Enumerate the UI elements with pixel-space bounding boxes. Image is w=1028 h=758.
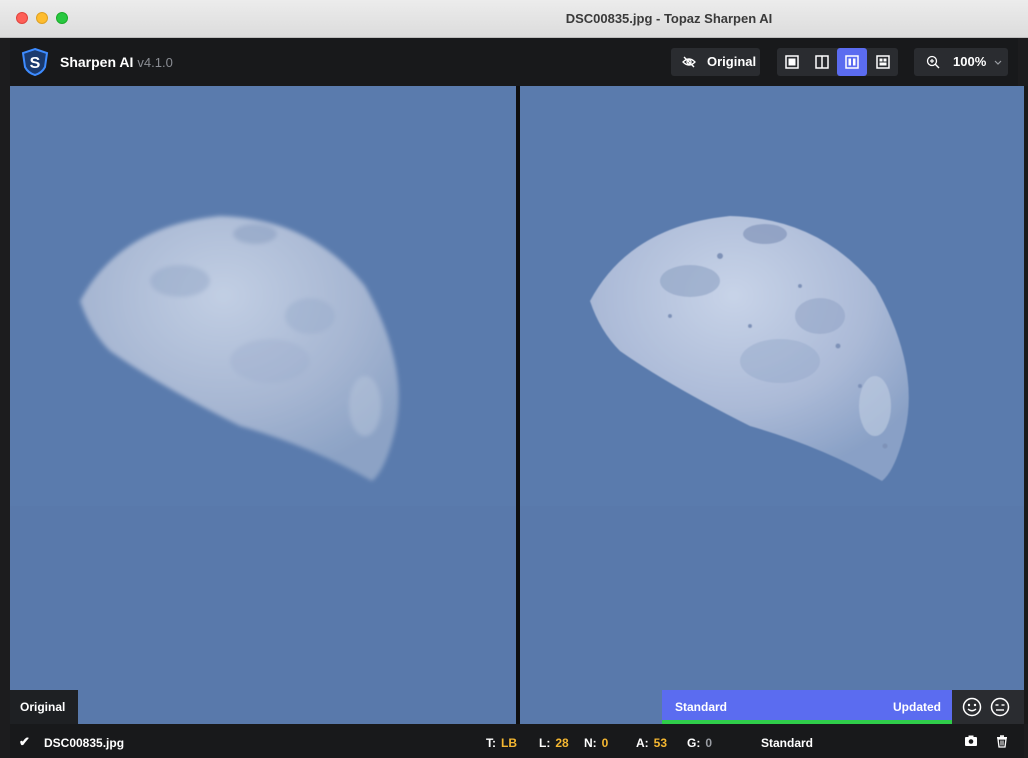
trash-icon[interactable] bbox=[996, 735, 1008, 748]
original-toggle-button[interactable]: Original bbox=[671, 48, 760, 76]
zoom-in-icon bbox=[926, 55, 940, 69]
param-value: 0 bbox=[601, 736, 609, 750]
model-status: Updated bbox=[893, 700, 941, 714]
camera-icon[interactable] bbox=[964, 735, 978, 747]
feedback-group bbox=[952, 690, 1024, 724]
neutral-face-icon[interactable] bbox=[990, 697, 1010, 717]
app-name-text: Sharpen AI bbox=[60, 54, 134, 70]
view-mode-group bbox=[777, 48, 898, 76]
param-key: N: bbox=[584, 736, 597, 750]
split-view-button[interactable] bbox=[807, 48, 837, 76]
param-type: T: LB bbox=[486, 736, 517, 750]
zoom-dropdown[interactable]: 100% bbox=[914, 48, 1008, 76]
topaz-logo-icon: S bbox=[21, 47, 49, 77]
svg-text:S: S bbox=[30, 55, 41, 72]
single-view-button[interactable] bbox=[777, 48, 807, 76]
window-title: DSC00835.jpg - Topaz Sharpen AI bbox=[565, 11, 773, 26]
param-value: 53 bbox=[653, 736, 668, 750]
split-view-icon bbox=[815, 55, 829, 69]
model-name: Standard bbox=[675, 700, 728, 714]
param-value: LB bbox=[501, 736, 517, 750]
status-model-name: Standard bbox=[761, 736, 814, 750]
param-level: L: 28 bbox=[539, 736, 569, 750]
preview-image-pane[interactable] bbox=[520, 86, 1028, 724]
sharpened-moon-image bbox=[520, 86, 1028, 724]
param-amount: A: 53 bbox=[636, 736, 667, 750]
chevron-down-icon bbox=[994, 60, 1002, 65]
param-value: 28 bbox=[555, 736, 569, 750]
param-noise: N: 0 bbox=[584, 736, 608, 750]
checkmark-icon[interactable]: ✔ bbox=[19, 734, 30, 750]
comparison-view-button[interactable] bbox=[868, 48, 898, 76]
model-status-bar[interactable]: Standard Updated bbox=[662, 690, 952, 724]
title-bar: DSC00835.jpg - Topaz Sharpen AI bbox=[0, 0, 1028, 38]
comparison-view-icon bbox=[876, 55, 890, 69]
eye-off-icon bbox=[682, 56, 696, 68]
zoom-value: 100% bbox=[953, 54, 987, 69]
window-edge bbox=[1024, 86, 1028, 724]
app-window: DSC00835.jpg - Topaz Sharpen AI S Sharpe… bbox=[0, 0, 1028, 758]
app-name: Sharpen AI v4.1.0 bbox=[60, 54, 173, 70]
app-version: v4.1.0 bbox=[137, 55, 173, 70]
smiley-face-icon[interactable] bbox=[962, 697, 982, 717]
param-key: G: bbox=[687, 736, 701, 750]
original-image-pane[interactable] bbox=[10, 86, 516, 724]
single-view-icon bbox=[785, 55, 799, 69]
side-by-side-view-icon bbox=[845, 55, 859, 69]
original-moon-image bbox=[10, 86, 516, 724]
side-by-side-view-button[interactable] bbox=[837, 48, 867, 76]
app-header: S Sharpen AI v4.1.0 Original 100% bbox=[10, 38, 1018, 86]
file-name[interactable]: DSC00835.jpg bbox=[44, 736, 124, 750]
param-key: A: bbox=[636, 736, 649, 750]
original-toggle-label: Original bbox=[707, 54, 757, 69]
original-pane-label: Original bbox=[10, 690, 78, 724]
param-grain: G: 0 bbox=[687, 736, 712, 750]
param-value: 0 bbox=[705, 736, 713, 750]
param-key: L: bbox=[539, 736, 551, 750]
param-key: T: bbox=[486, 736, 496, 750]
status-bar: ✔ DSC00835.jpg T: LB L: 28 N: 0 A: 53 G: 0 St… bbox=[10, 724, 1024, 758]
